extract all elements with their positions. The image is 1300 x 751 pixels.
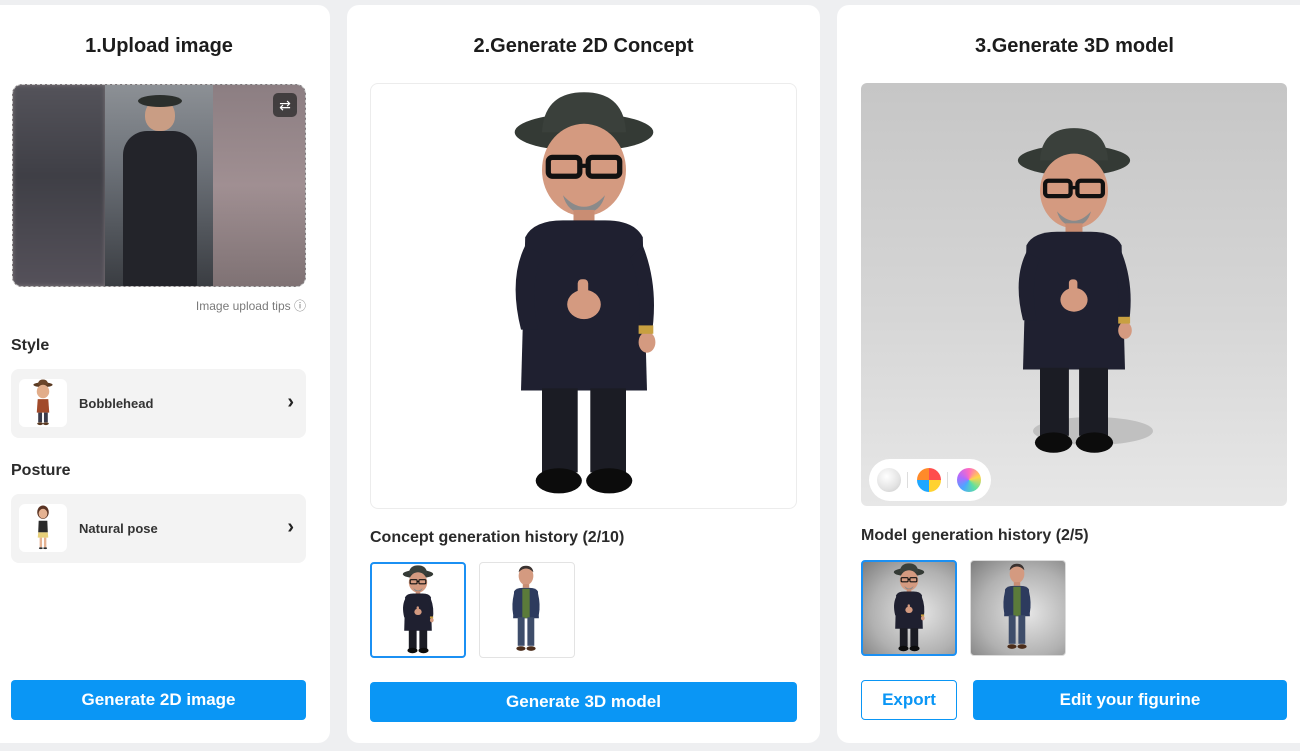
iridescent-material-icon[interactable]: [957, 468, 981, 492]
style-value: Bobblehead: [79, 396, 154, 411]
concept-thumbnail-image: [372, 564, 464, 656]
multicolor-material-icon[interactable]: [917, 468, 941, 492]
plain-white-material-icon[interactable]: [877, 468, 901, 492]
upload-panel: 1.Upload image ⇄ Image upload tips ⓘ Sty…: [0, 5, 330, 743]
material-divider: [907, 472, 908, 488]
3d-figurine-model: [976, 123, 1172, 463]
model-thumbnail-image: [863, 562, 955, 654]
model-thumbnail-image: [971, 561, 1063, 653]
material-divider: [947, 472, 948, 488]
style-label: Style: [11, 337, 50, 354]
posture-label: Posture: [11, 462, 71, 479]
concept-thumbnail-image: [480, 563, 572, 655]
concept-panel: 2.Generate 2D Concept Concept generation…: [347, 5, 820, 743]
photo-person-body: [123, 131, 197, 286]
material-picker: [869, 459, 991, 501]
photo-person-hat: [138, 95, 182, 107]
chevron-right-icon: ›: [287, 516, 294, 538]
edit-your-figurine-button[interactable]: Edit your figurine: [973, 680, 1287, 720]
style-selector[interactable]: Bobblehead ›: [11, 369, 306, 438]
concept-history-label: Concept generation history (2/10): [370, 529, 625, 546]
concept-history-item[interactable]: [370, 562, 466, 658]
blurred-background-left: [13, 85, 105, 286]
generate-2d-image-button[interactable]: Generate 2D image: [11, 680, 306, 720]
concept-preview: [370, 83, 797, 509]
concept-history-item[interactable]: [479, 562, 575, 658]
model-history-item[interactable]: [970, 560, 1066, 656]
natural-pose-thumbnail: [19, 504, 67, 552]
posture-selector[interactable]: Natural pose ›: [11, 494, 306, 563]
model-panel-title: 3.Generate 3D model: [975, 35, 1174, 57]
uploaded-image-area[interactable]: ⇄: [12, 84, 306, 287]
3d-model-viewer[interactable]: [861, 83, 1287, 506]
posture-value: Natural pose: [79, 521, 158, 536]
uploaded-photo: [105, 85, 213, 286]
upload-panel-title: 1.Upload image: [85, 35, 233, 57]
model-history-label: Model generation history (2/5): [861, 527, 1089, 544]
export-button[interactable]: Export: [861, 680, 957, 720]
concept-panel-title: 2.Generate 2D Concept: [473, 35, 694, 57]
image-upload-tips-link[interactable]: Image upload tips ⓘ: [196, 297, 306, 314]
chevron-right-icon: ›: [287, 391, 294, 413]
swap-icon[interactable]: ⇄: [273, 93, 297, 117]
bobblehead-style-thumbnail: [19, 379, 67, 427]
model-history-item[interactable]: [861, 560, 957, 656]
bobblehead-concept-figure: [474, 86, 694, 506]
generate-3d-model-button[interactable]: Generate 3D model: [370, 682, 797, 722]
model-panel: 3.Generate 3D model Model generation his…: [837, 5, 1300, 743]
